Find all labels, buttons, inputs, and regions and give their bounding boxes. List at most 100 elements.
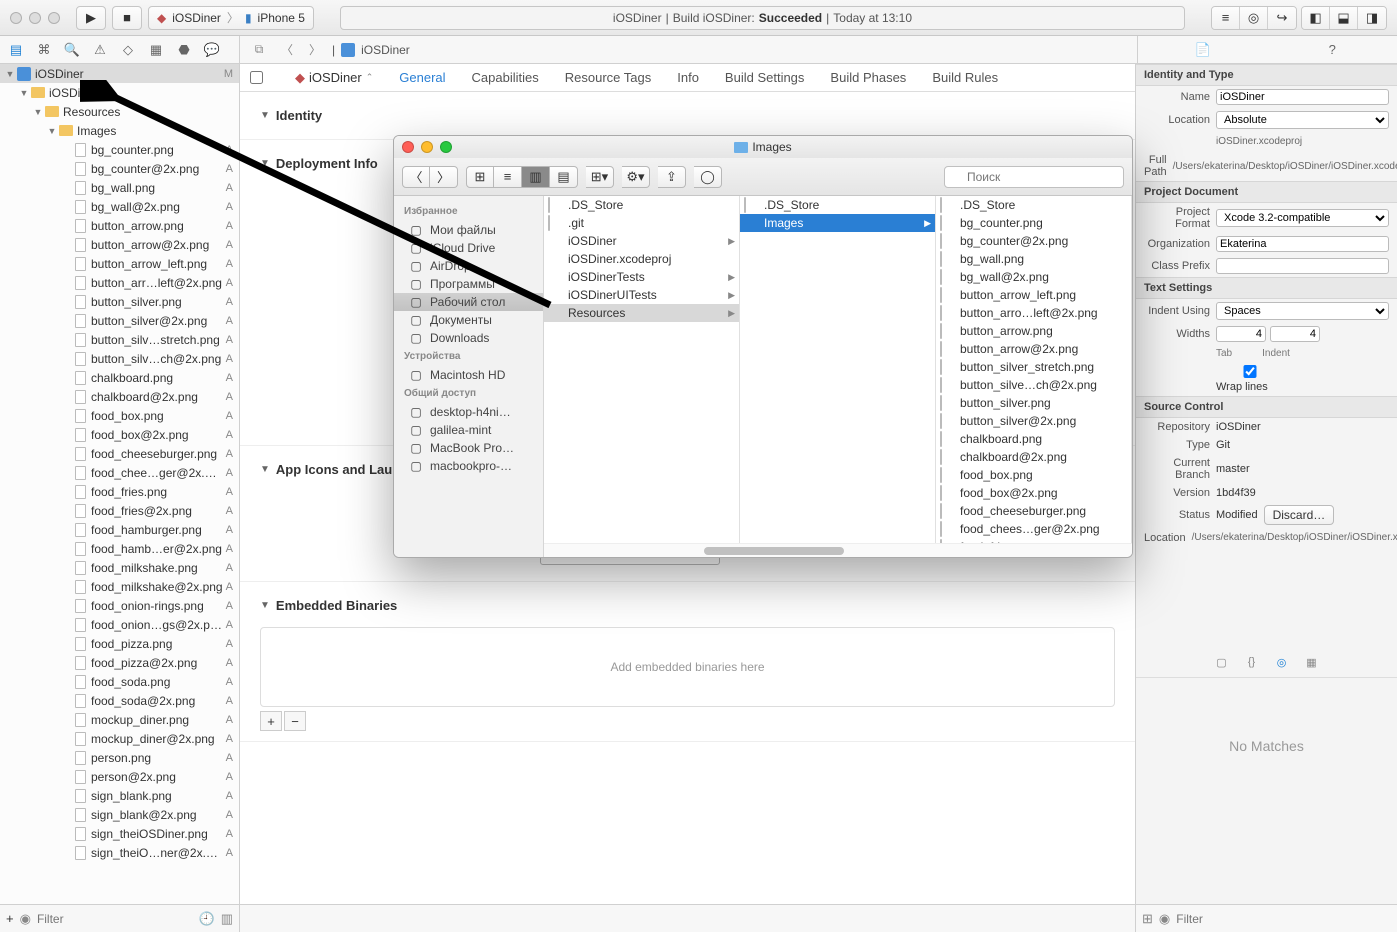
- test-navigator-icon[interactable]: ◇: [118, 40, 138, 60]
- file-template-library-icon[interactable]: ▢: [1212, 653, 1232, 671]
- finder-scrollbar[interactable]: [544, 543, 1132, 557]
- tab-general[interactable]: General: [399, 70, 445, 85]
- navigator-row[interactable]: button_silver@2x.pngA: [0, 311, 239, 330]
- finder-item[interactable]: button_arrow@2x.png: [936, 340, 1131, 358]
- embedded-binaries-drop[interactable]: Add embedded binaries here: [260, 627, 1115, 707]
- jump-bar-item[interactable]: iOSDiner: [361, 43, 410, 57]
- finder-sidebar-item[interactable]: ▢Программы: [394, 275, 543, 293]
- inspector-name-input[interactable]: [1216, 89, 1389, 105]
- section-identity[interactable]: ▼Identity: [260, 102, 1115, 129]
- help-inspector-icon[interactable]: ?: [1322, 40, 1342, 60]
- media-library-icon[interactable]: ▦: [1302, 653, 1322, 671]
- navigator-row[interactable]: sign_blank.pngA: [0, 786, 239, 805]
- stop-button[interactable]: ■: [112, 6, 142, 30]
- navigator-row[interactable]: sign_blank@2x.pngA: [0, 805, 239, 824]
- finder-item[interactable]: food_cheeseburger.png: [936, 502, 1131, 520]
- navigator-row[interactable]: chalkboard.pngA: [0, 368, 239, 387]
- scheme-selector[interactable]: ◆ iOSDiner 〉 ▮ iPhone 5: [148, 6, 314, 30]
- close-window[interactable]: [10, 12, 22, 24]
- tab-build-phases[interactable]: Build Phases: [830, 70, 906, 85]
- finder-item[interactable]: food_chees…ger@2x.png: [936, 520, 1131, 538]
- finder-share-button[interactable]: ⇪: [658, 166, 686, 188]
- breakpoint-navigator-icon[interactable]: ⬣: [174, 40, 194, 60]
- navigator-row[interactable]: food_hamburger.pngA: [0, 520, 239, 539]
- add-embedded-button[interactable]: +: [260, 711, 282, 731]
- finder-sidebar-item[interactable]: ▢MacBook Pro…: [394, 439, 543, 457]
- navigator-row[interactable]: person.pngA: [0, 748, 239, 767]
- issue-navigator-icon[interactable]: ⚠: [90, 40, 110, 60]
- navigator-row[interactable]: mockup_diner@2x.pngA: [0, 729, 239, 748]
- navigator-row[interactable]: food_milkshake.pngA: [0, 558, 239, 577]
- navigator-row[interactable]: ▼Resources: [0, 102, 239, 121]
- inspector-prefix-input[interactable]: [1216, 258, 1389, 274]
- finder-item[interactable]: Resources▶: [544, 304, 739, 322]
- wrap-lines-checkbox[interactable]: Wrap lines: [1216, 365, 1284, 393]
- finder-titlebar[interactable]: Images: [394, 136, 1132, 158]
- navigator-row[interactable]: food_box@2x.pngA: [0, 425, 239, 444]
- finder-item[interactable]: button_silver.png: [936, 394, 1131, 412]
- navigator-row[interactable]: button_arr…left@2x.pngA: [0, 273, 239, 292]
- tab-resource-tags[interactable]: Resource Tags: [565, 70, 651, 85]
- finder-item[interactable]: bg_counter.png: [936, 214, 1131, 232]
- symbol-navigator-icon[interactable]: ⌘: [34, 40, 54, 60]
- navigator-row[interactable]: food_onion-rings.pngA: [0, 596, 239, 615]
- jump-bar[interactable]: ⧉ 〈 〉 | iOSDiner: [240, 36, 1137, 63]
- file-inspector-icon[interactable]: 📄: [1193, 40, 1213, 60]
- minimize-window[interactable]: [29, 12, 41, 24]
- tab-build-settings[interactable]: Build Settings: [725, 70, 805, 85]
- navigator-row[interactable]: button_silver.pngA: [0, 292, 239, 311]
- navigator-row[interactable]: ▼Images: [0, 121, 239, 140]
- coverflow-view-icon[interactable]: ▤: [550, 166, 578, 188]
- left-panel-icon[interactable]: ◧: [1302, 7, 1330, 29]
- finder-minimize-icon[interactable]: [421, 141, 433, 153]
- filter-icon[interactable]: ◉: [20, 911, 31, 927]
- view-toggle-segment[interactable]: ◧⬓◨: [1301, 6, 1387, 30]
- finder-item[interactable]: food_box.png: [936, 466, 1131, 484]
- inspector-format-select[interactable]: Xcode 3.2-compatible: [1216, 209, 1389, 227]
- navigator-row[interactable]: button_arrow@2x.pngA: [0, 235, 239, 254]
- finder-col-1[interactable]: .DS_Store.gitiOSDiner▶iOSDiner.xcodeproj…: [544, 196, 740, 557]
- navigator-row[interactable]: button_arrow_left.pngA: [0, 254, 239, 273]
- object-library-icon[interactable]: ◎: [1272, 653, 1292, 671]
- navigator-row[interactable]: bg_counter.pngA: [0, 140, 239, 159]
- finder-item[interactable]: bg_wall@2x.png: [936, 268, 1131, 286]
- finder-view-segment[interactable]: ⊞ ≡ ▥ ▤: [466, 166, 578, 188]
- finder-item[interactable]: button_silver@2x.png: [936, 412, 1131, 430]
- navigator-row[interactable]: button_arrow.pngA: [0, 216, 239, 235]
- back-icon[interactable]: 〈: [276, 41, 298, 59]
- navigator-row[interactable]: food_milkshake@2x.pngA: [0, 577, 239, 596]
- navigator-row[interactable]: ▼iOSDinerM: [0, 64, 239, 83]
- tab-capabilities[interactable]: Capabilities: [472, 70, 539, 85]
- navigator-row[interactable]: food_pizza@2x.pngA: [0, 653, 239, 672]
- finder-sidebar-item[interactable]: ▢Документы: [394, 311, 543, 329]
- finder-item[interactable]: iOSDinerTests▶: [544, 268, 739, 286]
- navigator-row[interactable]: bg_wall.pngA: [0, 178, 239, 197]
- navigator-row[interactable]: person@2x.pngA: [0, 767, 239, 786]
- finder-tags-button[interactable]: ◯: [694, 166, 722, 188]
- finder-sidebar-item[interactable]: ▢Рабочий стол: [394, 293, 543, 311]
- add-button[interactable]: +: [6, 911, 14, 926]
- recent-filter-icon[interactable]: 🕘: [199, 911, 215, 927]
- finder-zoom-icon[interactable]: [440, 141, 452, 153]
- bottom-panel-icon[interactable]: ⬓: [1330, 7, 1358, 29]
- finder-sidebar-item[interactable]: ▢desktop-h4ni…: [394, 403, 543, 421]
- finder-sidebar-item[interactable]: ▢AirDrop: [394, 257, 543, 275]
- target-checkbox[interactable]: [250, 71, 263, 84]
- inspector-width-indent[interactable]: [1270, 326, 1320, 342]
- assistant-editor-icon[interactable]: ◎: [1240, 7, 1268, 29]
- finder-item[interactable]: .DS_Store: [740, 196, 935, 214]
- finder-search-input[interactable]: [944, 166, 1124, 188]
- run-button[interactable]: ▶: [76, 6, 106, 30]
- inspector-location-select[interactable]: Absolute: [1216, 111, 1389, 129]
- navigator-row[interactable]: mockup_diner.pngA: [0, 710, 239, 729]
- inspector-width-tab[interactable]: [1216, 326, 1266, 342]
- finder-sidebar-item[interactable]: ▢iCloud Drive: [394, 239, 543, 257]
- finder-item[interactable]: .git: [544, 214, 739, 232]
- standard-editor-icon[interactable]: ≡: [1212, 7, 1240, 29]
- finder-sidebar[interactable]: Избранное▢Мои файлы▢iCloud Drive▢AirDrop…: [394, 196, 544, 557]
- finder-item[interactable]: button_arro…left@2x.png: [936, 304, 1131, 322]
- finder-col-2[interactable]: .DS_StoreImages▶: [740, 196, 936, 557]
- navigator-row[interactable]: food_fries@2x.pngA: [0, 501, 239, 520]
- finder-item[interactable]: iOSDinerUITests▶: [544, 286, 739, 304]
- finder-item[interactable]: iOSDiner▶: [544, 232, 739, 250]
